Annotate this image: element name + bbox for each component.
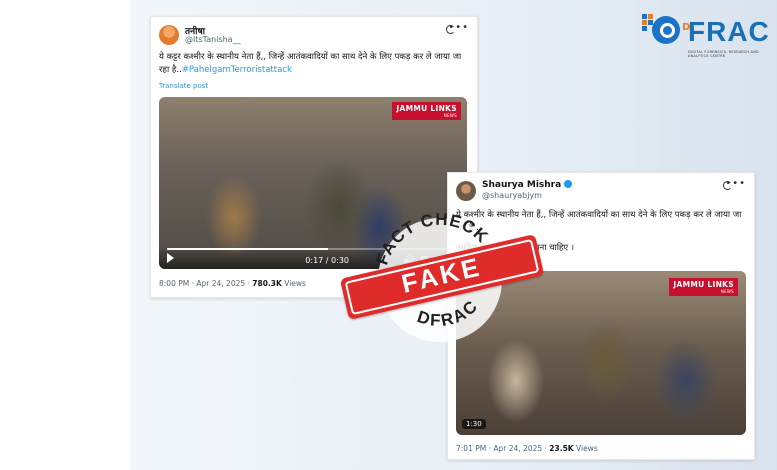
avatar[interactable]: [159, 25, 179, 45]
avatar[interactable]: [456, 181, 476, 201]
news-logo-sub: NEWS: [720, 289, 734, 294]
more-options-icon[interactable]: •••: [725, 178, 746, 189]
tweet-timestamp[interactable]: 7:01 PM · Apr 24, 2025 ·: [456, 444, 547, 453]
author-name[interactable]: Shaurya Mishra: [482, 180, 561, 190]
logo-text: FRAC: [688, 16, 770, 47]
author-handle[interactable]: @shauryabjym: [482, 191, 542, 200]
author-name-row[interactable]: Shaurya Mishra: [482, 180, 573, 190]
news-logo: JAMMU LINKS NEWS: [669, 278, 738, 296]
tweet-timestamp[interactable]: 8:00 PM · Apr 24, 2025 ·: [159, 279, 250, 288]
news-logo-text: JAMMU LINKS: [396, 104, 457, 113]
fake-stamp: FACT CHECK DFRAC FAKE: [330, 210, 550, 350]
magnifier-icon: [652, 16, 680, 44]
dfrac-logo: D FRAC DIGITAL FORENSICS, RESEARCH AND A…: [642, 10, 770, 60]
news-logo: JAMMU LINKS NEWS: [392, 102, 461, 120]
tweet-header: तनीषा @ItsTanisha__ •••: [159, 22, 469, 53]
views-count: 23.5K: [549, 444, 574, 453]
translate-post-link[interactable]: Translate post: [159, 82, 208, 90]
views-label: Views: [284, 279, 306, 288]
left-margin: [0, 0, 130, 470]
views-label: Views: [576, 444, 598, 453]
logo-subtitle: DIGITAL FORENSICS, RESEARCH AND ANALYTIC…: [688, 50, 759, 58]
tweet-header: Shaurya Mishra @shauryabjym •••: [456, 178, 746, 209]
news-logo-sub: NEWS: [443, 113, 457, 118]
tweet-meta: 7:01 PM · Apr 24, 2025 · 23.5K Views: [456, 444, 598, 453]
verified-badge-icon: [564, 180, 573, 188]
tweet-text: ये कट्टर कश्मीर के स्थानीय नेता हैं,, जि…: [159, 51, 471, 77]
tweet-meta: 8:00 PM · Apr 24, 2025 · 780.3K Views: [159, 279, 306, 288]
author-handle[interactable]: @ItsTanisha__: [185, 35, 241, 44]
video-duration: 1:30: [462, 419, 486, 429]
hashtag-link[interactable]: #PahelgamTerroristattack: [182, 65, 292, 75]
news-logo-text: JAMMU LINKS: [673, 280, 734, 289]
video-progress-fill: [167, 248, 328, 250]
views-count: 780.3K: [252, 279, 282, 288]
play-icon[interactable]: [167, 253, 174, 263]
more-options-icon[interactable]: •••: [448, 22, 469, 33]
